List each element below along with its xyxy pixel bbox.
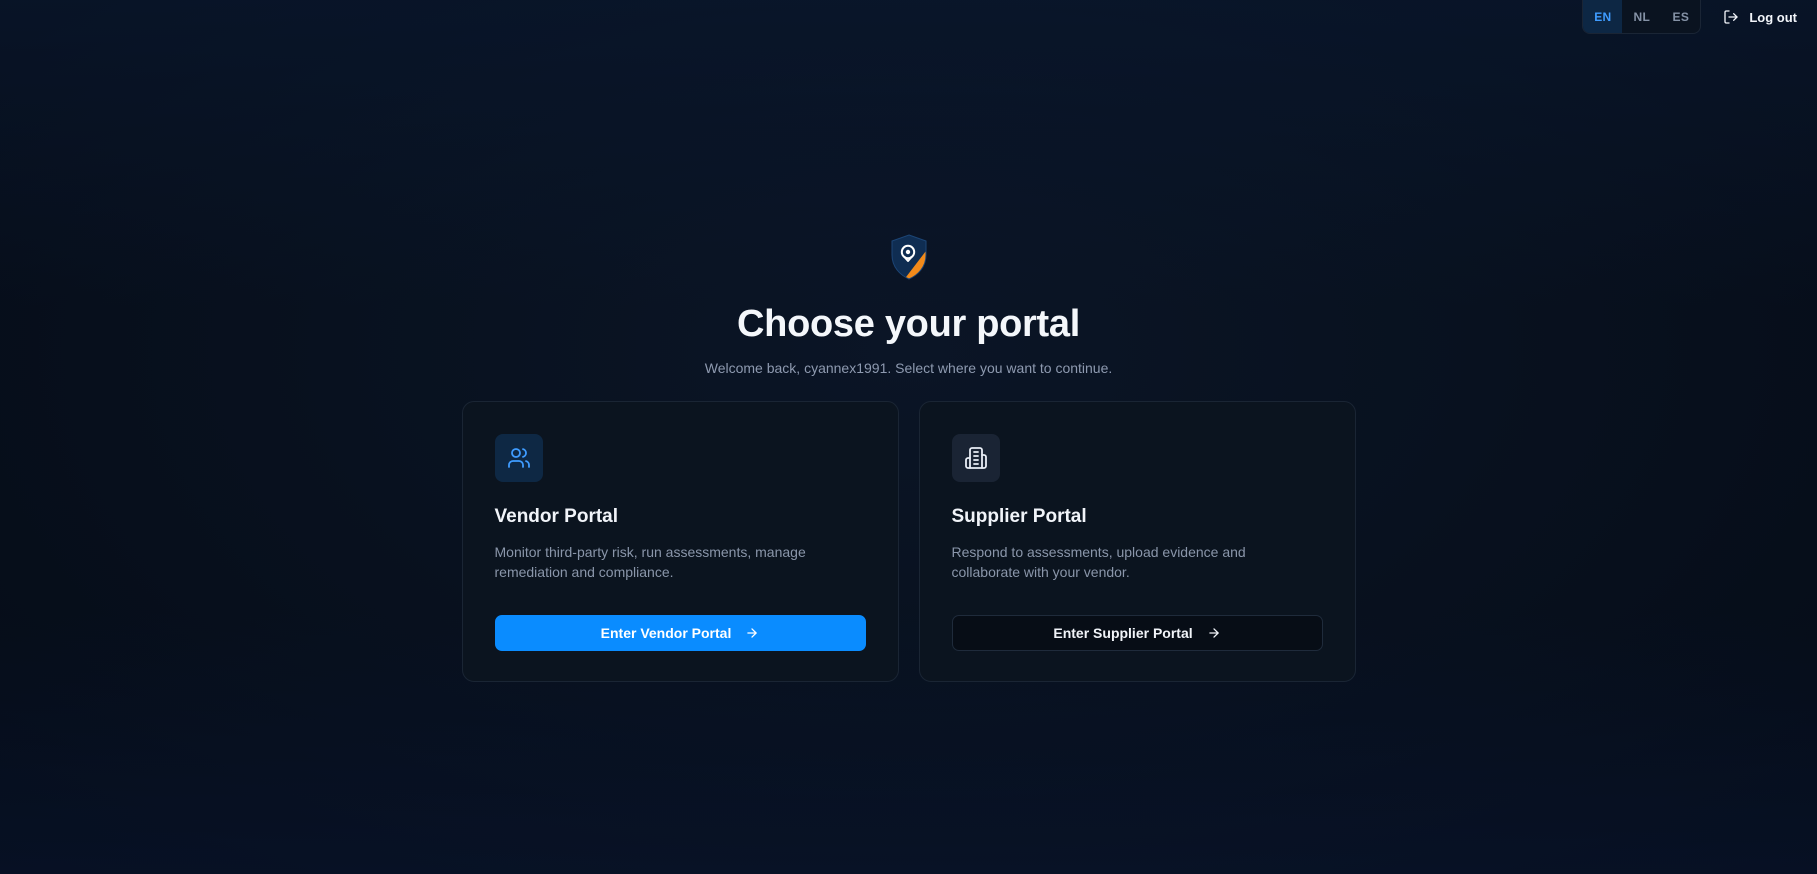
building-icon [964,447,987,469]
enter-vendor-portal-label: Enter Vendor Portal [600,625,732,641]
portal-cards: Vendor Portal Monitor third-party risk, … [461,401,1356,682]
arrow-right-icon [1208,628,1219,638]
vendor-portal-title: Vendor Portal [494,506,619,527]
enter-supplier-portal-label: Enter Supplier Portal [1053,625,1193,641]
vendor-portal-card: Vendor Portal Monitor third-party risk, … [461,401,899,682]
main-content: Choose your portal Welcome back, cyannex… [0,0,1817,682]
supplier-portal-card: Supplier Portal Respond to assessments, … [918,401,1356,682]
vendor-portal-description: Monitor third-party risk, run assessment… [494,544,806,580]
supplier-icon-tile [951,434,1000,482]
supplier-portal-title: Supplier Portal [951,506,1087,527]
page-title: Choose your portal [737,303,1080,345]
users-icon [507,448,530,468]
shield-logo-icon [891,234,926,280]
vendor-icon-tile [494,434,543,482]
enter-vendor-portal-button[interactable]: Enter Vendor Portal [494,615,866,651]
welcome-subtitle: Welcome back, cyannex1991. Select where … [704,360,1113,376]
enter-supplier-portal-button[interactable]: Enter Supplier Portal [951,615,1323,651]
supplier-portal-description: Respond to assessments, upload evidence … [951,544,1246,580]
arrow-right-icon [747,628,758,638]
